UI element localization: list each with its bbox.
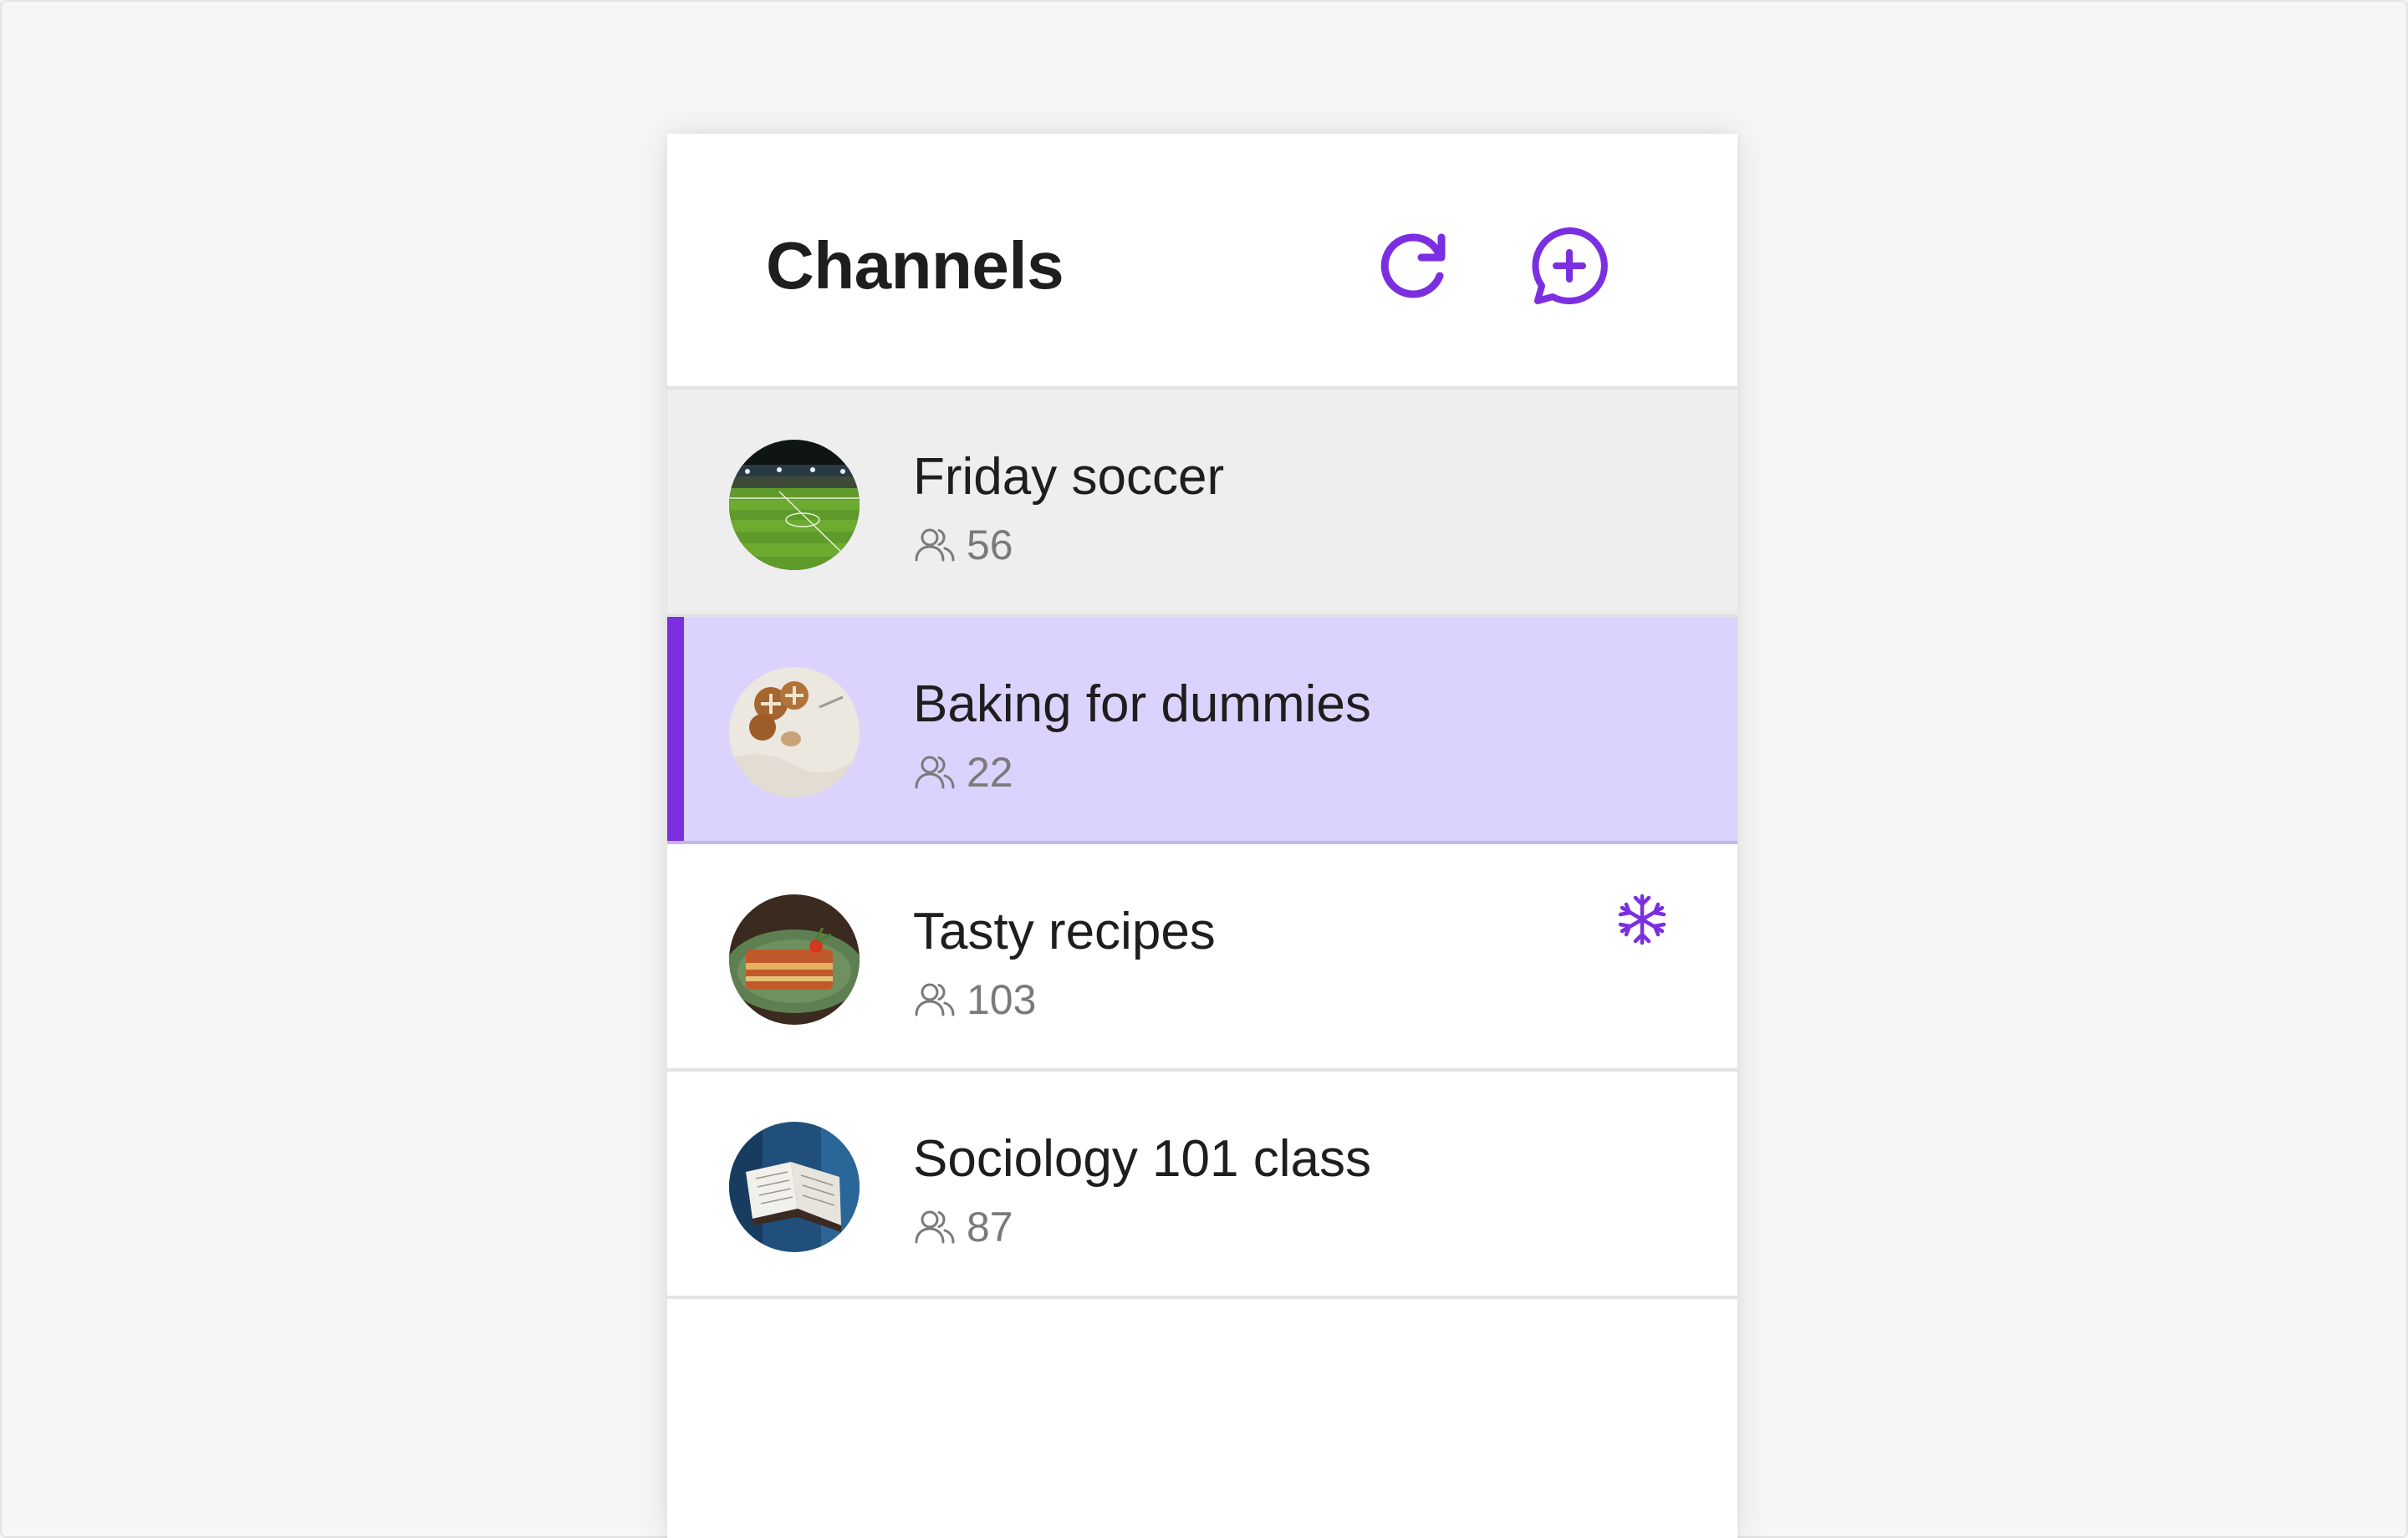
member-count-value: 22: [967, 749, 1013, 796]
create-channel-button[interactable]: [1523, 219, 1616, 313]
channel-item-baking-for-dummies[interactable]: Baking for dummies 22: [667, 617, 1737, 844]
channel-avatar: [729, 1122, 860, 1252]
members-icon: [915, 528, 955, 562]
channel-name: Tasty recipes: [913, 903, 1216, 960]
soccer-stadium-image: [729, 440, 860, 570]
member-count: 103: [913, 978, 1036, 1021]
open-book-image: [729, 1122, 860, 1252]
channel-list-panel: Channels Friday soccer 56 Baking for dum…: [667, 134, 1737, 1538]
page-title: Channels: [766, 228, 1064, 303]
member-count-value: 87: [967, 1204, 1013, 1250]
channel-avatar: [729, 894, 860, 1025]
member-count-value: 103: [967, 976, 1037, 1023]
frozen-indicator: [1614, 891, 1671, 948]
channel-item-friday-soccer[interactable]: Friday soccer 56: [667, 390, 1737, 617]
channel-name: Baking for dummies: [913, 675, 1371, 733]
members-icon: [915, 983, 955, 1016]
hot-cross-buns-image: [729, 667, 860, 797]
channel-avatar: [729, 667, 860, 797]
lasagna-image: [729, 894, 860, 1025]
channel-name: Sociology 101 class: [913, 1130, 1371, 1188]
member-count: 56: [913, 523, 1013, 567]
channel-list-header: Channels: [667, 134, 1737, 390]
chat-plus-icon: [1532, 227, 1608, 304]
member-count: 22: [913, 751, 1013, 794]
channel-item-sociology-101-class[interactable]: Sociology 101 class 87: [667, 1072, 1737, 1299]
refresh-button[interactable]: [1368, 219, 1462, 313]
snowflake-icon: [1618, 894, 1666, 945]
channel-item-tasty-recipes[interactable]: Tasty recipes 103: [667, 844, 1737, 1072]
member-count: 87: [913, 1205, 1013, 1249]
channel-name: Friday soccer: [913, 448, 1225, 506]
members-icon: [915, 1210, 955, 1244]
active-indicator: [667, 617, 684, 841]
member-count-value: 56: [967, 522, 1013, 568]
refresh-icon: [1380, 233, 1446, 298]
members-icon: [915, 756, 955, 789]
channel-avatar: [729, 440, 860, 570]
